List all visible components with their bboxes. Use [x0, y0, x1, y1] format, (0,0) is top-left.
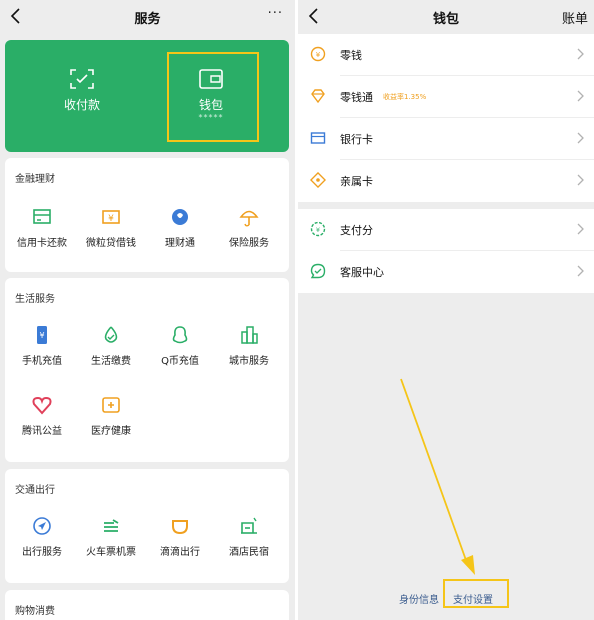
item-label: 出行服务: [22, 547, 62, 558]
payment-card: 收付款 钱包 *****: [5, 40, 289, 152]
diamond-icon: [311, 89, 325, 104]
wallet-panel: 钱包 账单 ¥ 零钱 零钱通 收益率1.35% 银行卡 亲属卡 ¥ 支付分 客服…: [298, 0, 594, 620]
list-item-bank-card[interactable]: 银行卡: [298, 118, 594, 160]
list-item-lingqiantong[interactable]: 零钱通 收益率1.35%: [298, 76, 594, 118]
qq-icon: [172, 326, 188, 344]
wealth-item[interactable]: 理财通: [145, 206, 215, 249]
chevron-right-icon: [577, 132, 584, 144]
navigation-icon: [33, 517, 51, 535]
list-item-customer-service[interactable]: 客服中心: [298, 251, 594, 293]
loan-icon: ¥: [102, 210, 120, 224]
charity-icon: [32, 396, 52, 415]
item-label: 酒店民宿: [229, 547, 269, 558]
item-label: 保险服务: [229, 238, 269, 249]
svg-text:¥: ¥: [108, 214, 114, 224]
train-icon: [104, 519, 119, 532]
charity-item[interactable]: 腾讯公益: [7, 394, 77, 437]
row-label: 支付分: [340, 224, 373, 237]
section-title-shopping: 购物消费: [15, 606, 55, 617]
city-icon: [241, 326, 258, 344]
more-options-button[interactable]: ···: [268, 6, 283, 21]
shopping-section: 购物消费: [5, 590, 289, 620]
annotation-arrow: [400, 378, 475, 575]
list-item-family-card[interactable]: 亲属卡: [298, 160, 594, 202]
item-label: 滴滴出行: [160, 547, 200, 558]
services-navbar: 服务 ···: [0, 0, 295, 34]
travel-section: 交通出行 出行服务 火车票机票 滴滴出行 酒店民宿: [5, 469, 289, 583]
item-label: 腾讯公益: [22, 426, 62, 437]
row-label: 银行卡: [340, 133, 373, 146]
chevron-right-icon: [577, 48, 584, 60]
didi-icon: [172, 520, 188, 535]
scan-icon: [70, 69, 94, 89]
chevron-right-icon: [577, 174, 584, 186]
list-item-pay-score[interactable]: ¥ 支付分: [298, 209, 594, 251]
services-panel: 服务 ··· 收付款 钱包 ***** 金融理财 信用卡还款 ¥ 微粒贷借钱 理…: [0, 0, 295, 620]
page-title: 钱包: [432, 12, 459, 27]
yield-rate: 收益率1.35%: [383, 93, 427, 101]
family-card-icon: [310, 172, 326, 188]
row-label: 亲属卡: [340, 175, 373, 188]
wallet-list-group-1: ¥ 零钱 零钱通 收益率1.35% 银行卡 亲属卡: [298, 34, 594, 202]
phone-topup-item[interactable]: ¥ 手机充值: [7, 324, 77, 367]
row-label: 零钱: [340, 49, 362, 62]
page-title: 服务: [134, 12, 161, 27]
receive-pay-label: 收付款: [63, 98, 100, 112]
row-label: 客服中心: [340, 266, 384, 279]
travel-service-item[interactable]: 出行服务: [7, 515, 77, 558]
wallet-highlight: [167, 52, 259, 142]
svg-text:¥: ¥: [316, 51, 321, 59]
qq-coin-item[interactable]: Q币充值: [145, 324, 215, 367]
item-label: 理财通: [165, 238, 195, 249]
loan-item[interactable]: ¥ 微粒贷借钱: [76, 206, 146, 249]
svg-text:¥: ¥: [39, 331, 44, 340]
wealth-icon: [172, 209, 188, 225]
utility-icon: [104, 326, 118, 343]
item-label: 城市服务: [229, 356, 269, 367]
pay-score-icon: ¥: [310, 221, 326, 237]
credit-card-icon: [33, 209, 51, 224]
train-ticket-item[interactable]: 火车票机票: [76, 515, 146, 558]
section-title-travel: 交通出行: [15, 485, 55, 496]
identity-info-link[interactable]: 身份信息: [399, 591, 439, 606]
finance-section: 金融理财 信用卡还款 ¥ 微粒贷借钱 理财通 保险服务: [5, 158, 289, 272]
coin-icon: ¥: [310, 46, 326, 62]
chevron-right-icon: [577, 90, 584, 102]
item-label: 火车票机票: [86, 547, 136, 558]
item-label: 信用卡还款: [17, 238, 67, 249]
pay-settings-highlight: [443, 579, 509, 608]
credit-card-repay-item[interactable]: 信用卡还款: [7, 206, 77, 249]
item-label: 手机充值: [22, 356, 62, 367]
section-title-finance: 金融理财: [15, 174, 55, 185]
chevron-right-icon: [577, 265, 584, 277]
item-label: 微粒贷借钱: [86, 238, 136, 249]
list-item-change[interactable]: ¥ 零钱: [298, 34, 594, 76]
item-label: 医疗健康: [91, 426, 131, 437]
wallet-navbar: 钱包 账单: [298, 0, 594, 34]
hotel-item[interactable]: 酒店民宿: [214, 515, 284, 558]
life-section: 生活服务 ¥ 手机充值 生活缴费 Q币充值 城市服务 腾讯公益 医疗健康: [5, 278, 289, 462]
svg-text:¥: ¥: [316, 226, 320, 234]
item-label: Q币充值: [161, 356, 199, 367]
bills-button[interactable]: 账单: [562, 8, 588, 27]
section-title-life: 生活服务: [15, 294, 55, 305]
customer-service-icon: [310, 263, 326, 279]
city-service-item[interactable]: 城市服务: [214, 324, 284, 367]
medical-item[interactable]: 医疗健康: [76, 394, 146, 437]
insurance-item[interactable]: 保险服务: [214, 206, 284, 249]
chevron-right-icon: [577, 223, 584, 235]
phone-topup-icon: ¥: [37, 326, 47, 344]
row-label: 零钱通: [340, 91, 373, 104]
didi-item[interactable]: 滴滴出行: [145, 515, 215, 558]
medical-icon: [102, 397, 120, 413]
receive-pay-button[interactable]: 收付款: [37, 68, 127, 113]
wallet-list-group-2: ¥ 支付分 客服中心: [298, 209, 594, 293]
umbrella-icon: [239, 210, 259, 227]
hotel-icon: [241, 517, 257, 534]
utility-item[interactable]: 生活缴费: [76, 324, 146, 367]
item-label: 生活缴费: [91, 356, 131, 367]
bank-card-icon: [310, 132, 326, 144]
